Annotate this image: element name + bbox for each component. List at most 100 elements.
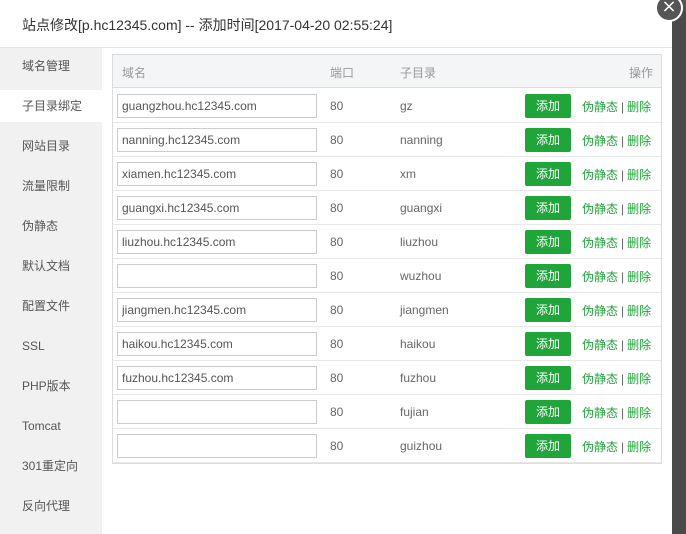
add-button[interactable]: 添加 (525, 298, 571, 322)
action-separator: | (621, 372, 625, 386)
column-header-port: 端口 (330, 66, 355, 80)
domain-input[interactable] (117, 162, 317, 186)
rewrite-link[interactable]: 伪静态 (582, 338, 618, 352)
sidebar-item-php-version[interactable]: PHP版本 (0, 370, 102, 402)
delete-link[interactable]: 删除 (627, 134, 651, 148)
row-actions: 伪静态 | 删除 (582, 234, 651, 251)
delete-link[interactable]: 删除 (627, 406, 651, 420)
subdirectory-binding-table: 域名 端口 子目录 操作 80 gz 添加 伪静态|删除 80 nanning … (112, 54, 662, 464)
rewrite-link[interactable]: 伪静态 (582, 440, 618, 454)
subdirectory-cell: xm (400, 167, 416, 181)
add-button[interactable]: 添加 (525, 366, 571, 390)
site-edit-dialog: 站点修改[p.hc12345.com] -- 添加时间[2017-04-20 0… (0, 0, 672, 534)
domain-input[interactable] (117, 94, 317, 118)
port-cell: 80 (330, 235, 344, 249)
action-separator: | (621, 134, 625, 148)
table-row: 80 wuzhou 添加 伪静态 | 删除 (113, 259, 661, 293)
domain-input[interactable] (117, 230, 317, 254)
action-separator: | (621, 338, 625, 352)
delete-link[interactable]: 删除 (627, 372, 651, 386)
rewrite-link[interactable]: 伪静态 (582, 406, 618, 420)
sidebar-item-traffic-limit[interactable]: 流量限制 (0, 170, 102, 202)
domain-input[interactable] (117, 264, 317, 288)
row-actions: 伪静态 | 删除 (582, 166, 651, 183)
domain-input[interactable] (117, 434, 317, 458)
port-cell: 80 (330, 269, 344, 283)
subdirectory-cell: guangxi (400, 201, 443, 215)
add-button[interactable]: 添加 (525, 128, 571, 152)
table-header: 域名 端口 子目录 操作 (113, 55, 661, 88)
domain-input[interactable] (117, 400, 317, 424)
rewrite-link[interactable]: 伪静态 (582, 100, 618, 114)
add-button[interactable]: 添加 (525, 230, 571, 254)
row-actions: 伪静态 | 删除 (582, 268, 651, 285)
row-actions: 伪静态 | 删除 (582, 302, 651, 319)
sidebar-item-label: 流量限制 (22, 179, 71, 193)
sidebar-item-domain-management[interactable]: 域名管理 (0, 50, 102, 82)
delete-link[interactable]: 删除 (627, 304, 651, 318)
rewrite-link[interactable]: 伪静态 (582, 372, 618, 386)
delete-link[interactable]: 删除 (627, 168, 651, 182)
delete-link[interactable]: 删除 (627, 100, 651, 114)
sidebar-item-label: SSL (22, 339, 45, 353)
action-separator: | (621, 304, 625, 318)
add-button[interactable]: 添加 (525, 94, 571, 118)
subdirectory-cell: fuzhou (400, 371, 437, 385)
sidebar-item-label: 网站目录 (22, 139, 71, 153)
rewrite-link[interactable]: 伪静态 (582, 168, 618, 182)
rewrite-link[interactable]: 伪静态 (582, 202, 618, 216)
delete-link[interactable]: 删除 (627, 270, 651, 284)
table-row: 80 guizhou 添加 伪静态 | 删除 (113, 429, 661, 463)
sidebar-item-label: 反向代理 (22, 499, 71, 513)
port-cell: 80 (330, 201, 344, 215)
sidebar-item-default-document[interactable]: 默认文档 (0, 250, 102, 282)
table-row: 80 guangxi 添加 伪静态|删除 (113, 191, 661, 225)
add-button[interactable]: 添加 (525, 196, 571, 220)
sidebar-item-config-file[interactable]: 配置文件 (0, 290, 102, 322)
row-actions: 伪静态 | 删除 (582, 404, 651, 421)
sidebar-item-site-directory[interactable]: 网站目录 (0, 130, 102, 162)
action-separator: | (621, 168, 625, 182)
rewrite-link[interactable]: 伪静态 (582, 236, 618, 250)
sidebar-item-ssl[interactable]: SSL (0, 330, 102, 362)
column-header-subdirectory: 子目录 (400, 66, 437, 80)
sidebar-item-label: 子目录绑定 (22, 99, 83, 113)
close-dialog-button[interactable]: × (655, 0, 683, 22)
domain-input[interactable] (117, 196, 317, 220)
table-row: 80 fujian 添加 伪静态 | 删除 (113, 395, 661, 429)
domain-input[interactable] (117, 366, 317, 390)
add-button[interactable]: 添加 (525, 400, 571, 424)
table-row: 80 liuzhou 添加 伪静态|删除 (113, 225, 661, 259)
sidebar-item-reverse-proxy[interactable]: 反向代理 (0, 490, 102, 522)
domain-input[interactable] (117, 332, 317, 356)
subdirectory-cell: gz (400, 99, 413, 113)
rewrite-link[interactable]: 伪静态 (582, 270, 618, 284)
subdirectory-cell: jiangmen (400, 303, 449, 317)
delete-link[interactable]: 删除 (627, 440, 651, 454)
sidebar-item-rewrite[interactable]: 伪静态 (0, 210, 102, 242)
sidebar-item-subdirectory-binding[interactable]: 子目录绑定 (0, 90, 102, 122)
table-row: 80 gz 添加 伪静态|删除 (113, 89, 661, 123)
domain-input[interactable] (117, 128, 317, 152)
add-button[interactable]: 添加 (525, 264, 571, 288)
sidebar-item-301-redirect[interactable]: 301重定向 (0, 450, 102, 482)
sidebar-item-label: PHP版本 (22, 379, 71, 393)
sidebar-item-label: 配置文件 (22, 299, 71, 313)
add-button[interactable]: 添加 (525, 162, 571, 186)
delete-link[interactable]: 删除 (627, 202, 651, 216)
sidebar-item-tomcat[interactable]: Tomcat (0, 410, 102, 442)
delete-link[interactable]: 删除 (627, 236, 651, 250)
port-cell: 80 (330, 337, 344, 351)
subdirectory-cell: wuzhou (400, 269, 442, 283)
delete-link[interactable]: 删除 (627, 338, 651, 352)
add-button[interactable]: 添加 (525, 434, 571, 458)
table-row: 80 nanning 添加 伪静态|删除 (113, 123, 661, 157)
action-separator: | (621, 202, 625, 216)
rewrite-link[interactable]: 伪静态 (582, 134, 618, 148)
add-button[interactable]: 添加 (525, 332, 571, 356)
table-row: 80 jiangmen 添加 伪静态|删除 (113, 293, 661, 327)
domain-input[interactable] (117, 298, 317, 322)
sidebar-item-label: Tomcat (22, 419, 61, 433)
rewrite-link[interactable]: 伪静态 (582, 304, 618, 318)
close-icon: × (661, 0, 677, 17)
